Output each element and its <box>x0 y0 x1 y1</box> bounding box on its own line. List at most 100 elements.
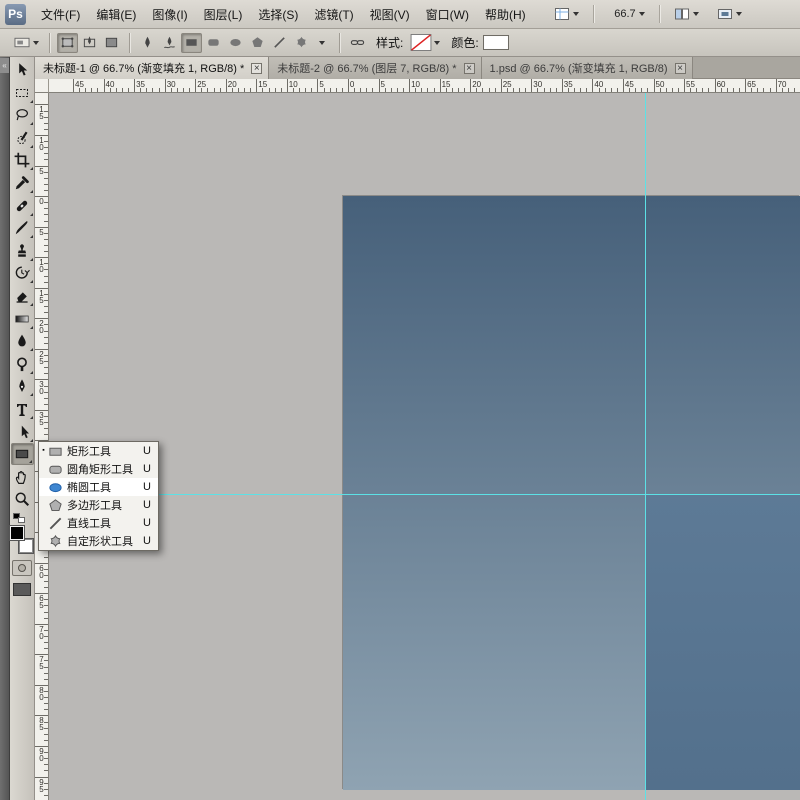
menu-select[interactable]: 选择(S) <box>250 0 306 28</box>
default-colors-icon[interactable] <box>13 513 25 523</box>
ruler-tick <box>171 88 172 92</box>
shape-layers-mode-button[interactable] <box>57 33 78 53</box>
eyedropper-tool[interactable] <box>11 172 34 194</box>
document-tab[interactable]: 未标题-2 @ 66.7% (图层 7, RGB/8) *× <box>269 57 481 79</box>
hand-tool[interactable] <box>11 466 34 488</box>
vertical-guide[interactable] <box>645 93 646 800</box>
menu-filter[interactable]: 滤镜(T) <box>306 0 361 28</box>
ruler-tick <box>44 752 48 753</box>
brush-tool[interactable] <box>11 217 34 239</box>
shape-tool[interactable] <box>11 443 34 465</box>
flyout-item-rectangle[interactable]: ▪矩形工具U <box>39 442 158 460</box>
move-tool[interactable] <box>11 59 34 81</box>
ruler-origin-corner[interactable] <box>35 79 49 93</box>
polygon-tool-button[interactable] <box>247 33 268 53</box>
flyout-item-label: 矩形工具 <box>67 443 143 459</box>
rectangular-marquee-tool[interactable] <box>11 82 34 104</box>
ruler-tick <box>44 557 48 558</box>
flyout-item-rounded-rectangle[interactable]: 圆角矩形工具U <box>39 460 158 478</box>
shape-color-swatch[interactable] <box>483 35 509 50</box>
blur-tool[interactable] <box>11 330 34 352</box>
horizontal-ruler[interactable]: 4540353025201510505101520253035404550556… <box>49 79 800 93</box>
tab-close-icon[interactable]: × <box>464 63 475 74</box>
ruler-tick <box>146 88 147 92</box>
tab-close-icon[interactable]: × <box>251 63 262 74</box>
paths-mode-button[interactable] <box>79 33 100 53</box>
path-selection-tool[interactable] <box>11 421 34 443</box>
rounded-rectangle-tool-button[interactable] <box>203 33 224 53</box>
freeform-pen-tool-button[interactable] <box>159 33 180 53</box>
dodge-tool[interactable] <box>11 353 34 375</box>
ruler-tick <box>336 88 337 92</box>
crop-tool[interactable] <box>11 149 34 171</box>
quick-selection-tool[interactable] <box>11 127 34 149</box>
polygon-small-icon <box>250 35 265 50</box>
menu-image[interactable]: 图像(I) <box>144 0 195 28</box>
flyout-item-custom-shape[interactable]: 自定形状工具U <box>39 532 158 550</box>
document-tab[interactable]: 1.psd @ 66.7% (渐变填充 1, RGB/8)× <box>482 57 693 79</box>
quick-mask-button[interactable] <box>12 560 32 576</box>
ruler-tick <box>525 88 526 92</box>
horizontal-guide[interactable] <box>49 494 800 495</box>
ruler-tick <box>788 88 789 92</box>
history-brush-tool[interactable] <box>11 262 34 284</box>
zoom-tool[interactable] <box>11 488 34 510</box>
menu-help[interactable]: 帮助(H) <box>477 0 534 28</box>
spot-healing-brush-tool[interactable] <box>11 195 34 217</box>
ruler-tick <box>44 587 48 588</box>
flyout-item-polygon[interactable]: 多边形工具U <box>39 496 158 514</box>
ruler-label: 85 <box>35 717 48 731</box>
menu-view[interactable]: 视图(V) <box>362 0 418 28</box>
zoom-level-button[interactable]: 66.7 <box>604 5 649 23</box>
ruler-tick <box>440 79 441 92</box>
tool-preset-button[interactable] <box>10 33 42 53</box>
ruler-tick <box>214 88 215 92</box>
ruler-tick <box>44 691 48 692</box>
screen-mode-toggle[interactable] <box>13 583 31 596</box>
flyout-item-label: 多边形工具 <box>67 497 143 513</box>
background-color-swatch[interactable] <box>19 539 33 553</box>
ellipse-tool-button[interactable] <box>225 33 246 53</box>
ruler-tick <box>550 88 551 92</box>
pen-tool-button[interactable] <box>137 33 158 53</box>
ruler-tick <box>311 88 312 92</box>
foreground-color-swatch[interactable] <box>10 526 24 540</box>
canvas-viewport[interactable] <box>49 93 800 800</box>
type-tool[interactable] <box>11 398 34 420</box>
ruler-tick <box>44 117 48 118</box>
screen-mode-button[interactable] <box>713 3 746 25</box>
line-tool-button[interactable] <box>269 33 290 53</box>
ruler-tick <box>275 88 276 92</box>
clone-stamp-tool[interactable] <box>11 240 34 262</box>
document-tab[interactable]: 未标题-1 @ 66.7% (渐变填充 1, RGB/8) *× <box>35 57 269 79</box>
rectangle-tool-button[interactable] <box>181 33 202 53</box>
ruler-tick <box>44 282 48 283</box>
menu-file[interactable]: 文件(F) <box>33 0 88 28</box>
ruler-tick <box>421 88 422 92</box>
lasso-tool[interactable] <box>11 104 34 126</box>
menu-window[interactable]: 窗口(W) <box>418 0 477 28</box>
collapse-dock-icon[interactable]: « <box>0 58 9 73</box>
view-extras-button[interactable] <box>550 3 583 25</box>
geometry-options-button[interactable] <box>312 33 332 53</box>
ruler-tick <box>599 88 600 92</box>
foreground-background-colors[interactable] <box>10 526 34 553</box>
menu-layer[interactable]: 图层(L) <box>196 0 251 28</box>
eraser-tool[interactable] <box>11 285 34 307</box>
arrange-documents-button[interactable] <box>670 3 703 25</box>
link-areas-button[interactable] <box>347 33 368 53</box>
flyout-item-ellipse[interactable]: 椭圆工具U <box>39 478 158 496</box>
fill-pixels-mode-button[interactable] <box>101 33 122 53</box>
ruler-tick <box>299 88 300 92</box>
ruler-tick <box>44 367 48 368</box>
style-picker-button[interactable] <box>407 33 443 53</box>
custom-shape-tool-button[interactable] <box>291 33 312 53</box>
pen-tool[interactable] <box>11 375 34 397</box>
zoom-level-value: 66.7 <box>608 8 636 20</box>
ruler-tick <box>73 79 74 92</box>
document-canvas[interactable] <box>343 196 800 790</box>
gradient-tool[interactable] <box>11 308 34 330</box>
flyout-item-line[interactable]: 直线工具U <box>39 514 158 532</box>
menu-edit[interactable]: 编辑(E) <box>88 0 144 28</box>
tab-close-icon[interactable]: × <box>675 63 686 74</box>
